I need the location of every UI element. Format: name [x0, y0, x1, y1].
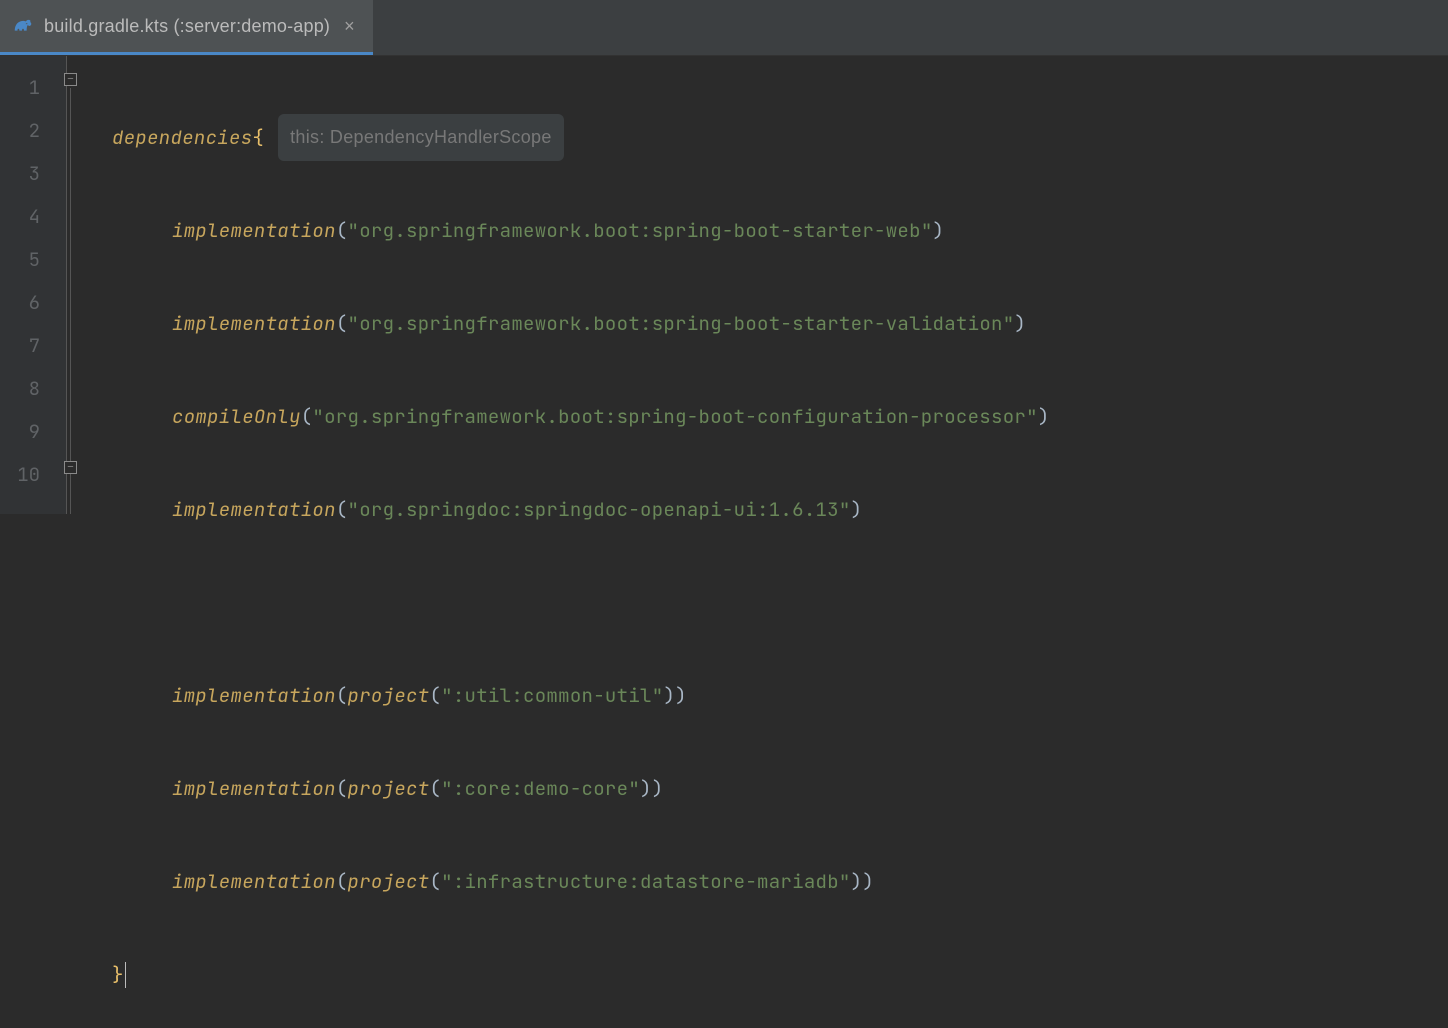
fold-guide-line	[70, 88, 71, 514]
line-number: 3	[0, 152, 66, 195]
function-call: project	[348, 674, 430, 717]
line-number: 10	[0, 453, 66, 496]
function-call: implementation	[172, 302, 336, 345]
line-number: 1	[0, 66, 66, 109]
code-line: implementation("org.springdoc:springdoc-…	[92, 488, 1448, 531]
brace: }	[112, 953, 124, 996]
function-call: implementation	[172, 488, 336, 531]
code-line: implementation(project(":core:demo-core"…	[92, 767, 1448, 810]
caret	[125, 962, 126, 988]
function-call: project	[348, 767, 430, 810]
string-literal: "org.springframework.boot:spring-boot-st…	[348, 209, 933, 252]
keyword: dependencies	[112, 116, 252, 159]
string-literal: ":core:demo-core"	[441, 767, 640, 810]
line-number: 5	[0, 238, 66, 281]
function-call: compileOnly	[172, 395, 301, 438]
tab-label: build.gradle.kts (:server:demo-app)	[44, 16, 330, 37]
gradle-elephant-icon	[12, 15, 34, 37]
function-call: implementation	[172, 674, 336, 717]
function-call: implementation	[172, 767, 336, 810]
function-call: project	[348, 860, 430, 903]
string-literal: "org.springdoc:springdoc-openapi-ui:1.6.…	[348, 488, 851, 531]
code-line: implementation("org.springframework.boot…	[92, 302, 1448, 345]
code-line: implementation(project(":util:common-uti…	[92, 674, 1448, 717]
fold-toggle-icon[interactable]: −	[64, 461, 77, 474]
function-call: implementation	[172, 860, 336, 903]
string-literal: "org.springframework.boot:spring-boot-co…	[312, 395, 1037, 438]
string-literal: "org.springframework.boot:spring-boot-st…	[348, 302, 1015, 345]
line-number: 4	[0, 195, 66, 238]
code-line: implementation("org.springframework.boot…	[92, 209, 1448, 252]
string-literal: ":util:common-util"	[441, 674, 663, 717]
file-tab[interactable]: build.gradle.kts (:server:demo-app) ×	[0, 0, 373, 55]
line-number: 8	[0, 367, 66, 410]
code-line	[92, 581, 1448, 624]
line-number: 9	[0, 410, 66, 453]
tab-bar: build.gradle.kts (:server:demo-app) ×	[0, 0, 1448, 56]
function-call: implementation	[172, 209, 336, 252]
brace: {	[252, 116, 264, 159]
code-line: compileOnly("org.springframework.boot:sp…	[92, 395, 1448, 438]
editor: 1 2 3 4 5 6 7 8 9 10 − − dependencies { t…	[0, 56, 1448, 514]
string-literal: ":infrastructure:datastore-mariadb"	[441, 860, 851, 903]
fold-strip: − −	[66, 56, 88, 514]
close-icon[interactable]: ×	[340, 14, 359, 39]
inlay-hint: this: DependencyHandlerScope	[278, 114, 564, 161]
code-line: }	[92, 953, 1448, 996]
fold-toggle-icon[interactable]: −	[64, 73, 77, 86]
line-number: 7	[0, 324, 66, 367]
code-line: implementation(project(":infrastructure:…	[92, 860, 1448, 903]
code-line: dependencies { this: DependencyHandlerSco…	[92, 116, 1448, 159]
line-number-gutter: 1 2 3 4 5 6 7 8 9 10	[0, 56, 66, 514]
code-area[interactable]: dependencies { this: DependencyHandlerSco…	[88, 56, 1448, 514]
line-number: 2	[0, 109, 66, 152]
line-number: 6	[0, 281, 66, 324]
